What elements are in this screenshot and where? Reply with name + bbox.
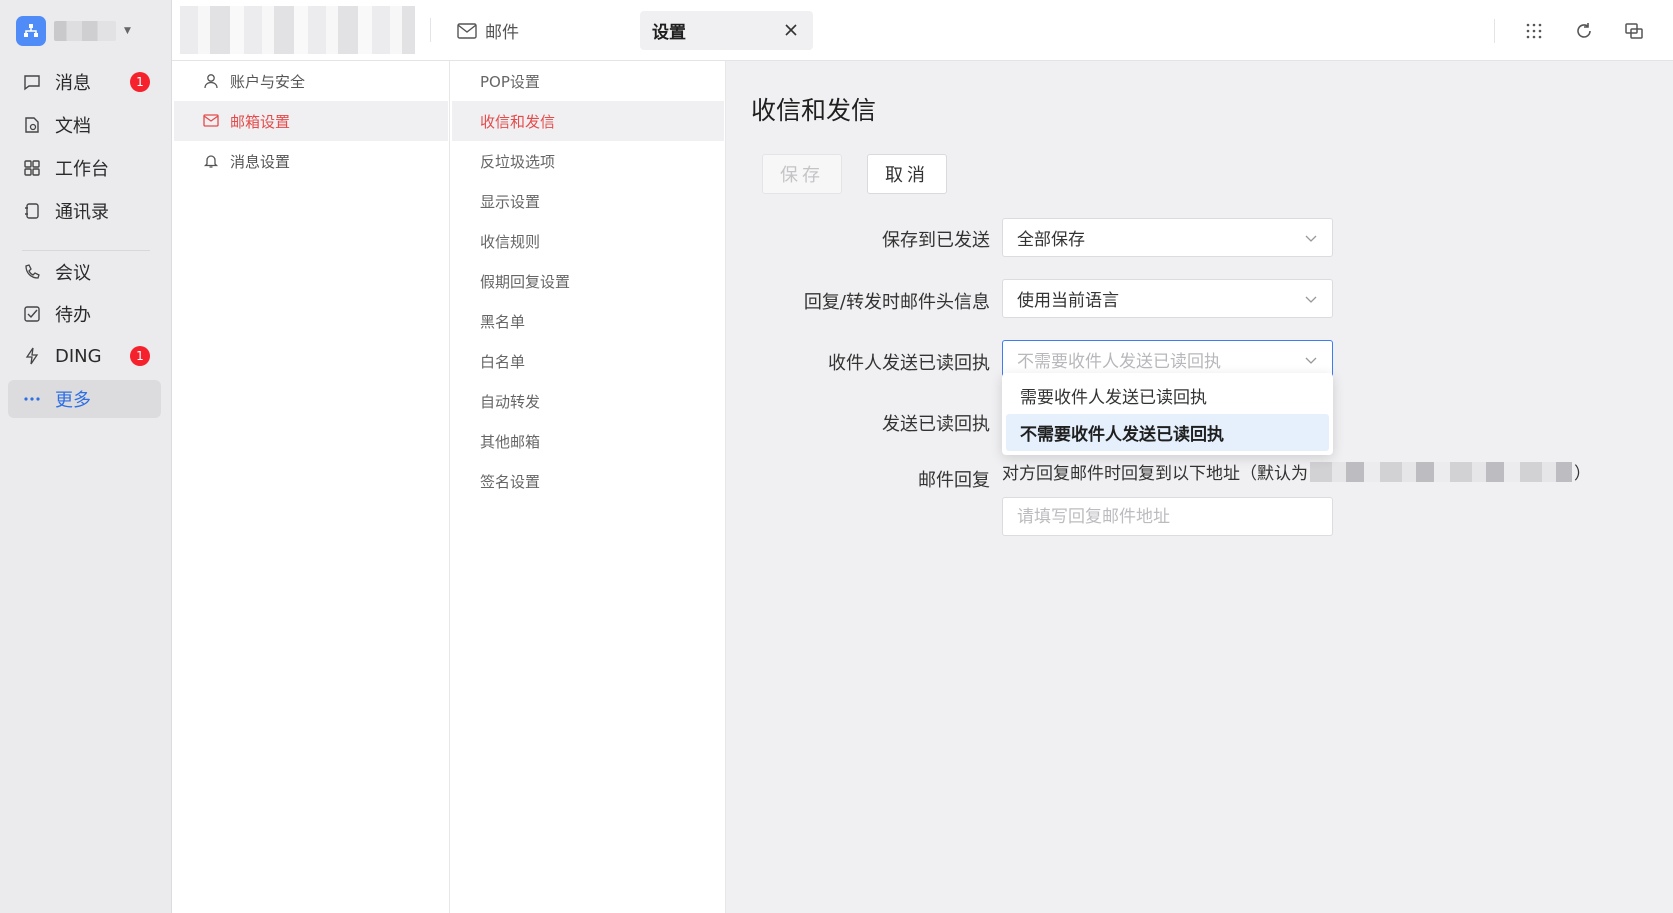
save-to-sent-select[interactable]: 全部保存 xyxy=(1002,218,1333,257)
settings-nav: 账户与安全 邮箱设置 消息设置 xyxy=(172,61,450,913)
nav-item-label: 消息设置 xyxy=(230,152,291,171)
chevron-down-icon xyxy=(1305,357,1317,364)
receipt-dropdown-menu: 需要收件人发送已读回执 不需要收件人发送已读回执 xyxy=(1002,373,1333,455)
meeting-icon xyxy=(22,262,42,282)
nav-item-account-security[interactable]: 账户与安全 xyxy=(174,61,448,101)
message-icon xyxy=(22,72,42,92)
nav-item-label: 邮箱设置 xyxy=(230,112,291,131)
redacted-tab[interactable] xyxy=(180,6,415,54)
select-value: 不需要收件人发送已读回执 xyxy=(1017,352,1221,372)
tab-label: 设置 xyxy=(652,23,686,43)
rail-item-messages[interactable]: 消息 1 xyxy=(8,63,161,101)
nav-item-display[interactable]: 显示设置 xyxy=(452,181,724,221)
nav-item-blacklist[interactable]: 黑名单 xyxy=(452,301,724,341)
top-toolbar xyxy=(1494,0,1673,61)
more-icon xyxy=(22,389,42,409)
rail-item-label: 通讯录 xyxy=(55,202,109,223)
window-switch-icon[interactable] xyxy=(1609,11,1659,51)
refresh-icon[interactable] xyxy=(1559,11,1609,51)
tab-settings[interactable]: 设置 xyxy=(640,11,813,50)
todo-icon xyxy=(22,304,42,324)
mail-settings-icon xyxy=(202,112,220,130)
nav-item-send-receive[interactable]: 收信和发信 xyxy=(452,101,724,141)
org-logo-icon xyxy=(16,16,46,46)
rail-item-label: 更多 xyxy=(55,390,91,411)
reply-header-select[interactable]: 使用当前语言 xyxy=(1002,279,1333,318)
left-rail: ▼ 消息 1 文档 工作台 通讯录 会议 待办 DING 1 更多 xyxy=(0,0,172,913)
rail-item-label: 待办 xyxy=(55,305,91,326)
select-value: 使用当前语言 xyxy=(1017,291,1119,311)
hint-text: ） xyxy=(1574,464,1591,484)
ding-icon xyxy=(22,346,42,366)
close-icon[interactable] xyxy=(781,20,801,40)
redacted-email xyxy=(1310,461,1572,482)
rail-item-label: 工作台 xyxy=(55,159,109,180)
nav-item-mailbox-settings[interactable]: 邮箱设置 xyxy=(174,101,448,141)
user-icon xyxy=(202,72,220,90)
org-name-redacted xyxy=(54,21,116,41)
tab-divider xyxy=(430,18,431,42)
workbench-icon xyxy=(22,158,42,178)
nav-item-other-mailbox[interactable]: 其他邮箱 xyxy=(452,421,724,461)
caret-down-icon: ▼ xyxy=(124,26,131,36)
rail-item-label: 消息 xyxy=(55,73,91,94)
tab-mail[interactable]: 邮件 xyxy=(457,18,519,43)
save-button[interactable]: 保存 xyxy=(762,154,842,194)
nav-item-whitelist[interactable]: 白名单 xyxy=(452,341,724,381)
cancel-button[interactable]: 取消 xyxy=(867,154,947,194)
select-value: 全部保存 xyxy=(1017,230,1085,250)
nav-item-signature[interactable]: 签名设置 xyxy=(452,461,724,501)
dropdown-option-selected[interactable]: 不需要收件人发送已读回执 xyxy=(1006,414,1329,451)
document-icon xyxy=(22,115,42,135)
apps-grid-icon[interactable] xyxy=(1509,11,1559,51)
reply-to-input[interactable] xyxy=(1002,497,1333,536)
contacts-icon xyxy=(22,201,42,221)
field-label: 发送已读回执 xyxy=(882,414,990,435)
nav-item-receive-rules[interactable]: 收信规则 xyxy=(452,221,724,261)
rail-item-workbench[interactable]: 工作台 xyxy=(8,149,161,187)
tab-label: 邮件 xyxy=(485,23,519,43)
nav-item-pop[interactable]: POP设置 xyxy=(452,61,724,101)
rail-item-todo[interactable]: 待办 xyxy=(8,295,161,333)
nav-item-label: 账户与安全 xyxy=(230,72,306,91)
hint-text: 对方回复邮件时回复到以下地址（默认为 xyxy=(1002,464,1308,484)
unread-badge: 1 xyxy=(130,72,150,92)
field-label: 回复/转发时邮件头信息 xyxy=(803,292,990,313)
rail-divider xyxy=(22,250,150,251)
rail-item-more[interactable]: 更多 xyxy=(8,380,161,418)
page-title: 收信和发信 xyxy=(751,96,877,125)
field-label: 收件人发送已读回执 xyxy=(828,353,990,374)
rail-item-docs[interactable]: 文档 xyxy=(8,106,161,144)
nav-item-auto-forward[interactable]: 自动转发 xyxy=(452,381,724,421)
rail-item-label: 文档 xyxy=(55,116,91,137)
bell-icon xyxy=(202,152,220,170)
field-label: 保存到已发送 xyxy=(882,230,990,251)
chevron-down-icon xyxy=(1305,296,1317,303)
nav-item-message-settings[interactable]: 消息设置 xyxy=(174,141,448,181)
toolbar-divider xyxy=(1494,18,1495,43)
top-bar: 邮件 设置 xyxy=(172,0,1673,61)
rail-item-label: DING xyxy=(55,345,102,367)
dropdown-option[interactable]: 需要收件人发送已读回执 xyxy=(1006,377,1329,414)
rail-item-label: 会议 xyxy=(55,263,91,284)
nav-item-antispam[interactable]: 反垃圾选项 xyxy=(452,141,724,181)
nav-item-vacation-reply[interactable]: 假期回复设置 xyxy=(452,261,724,301)
unread-badge: 1 xyxy=(130,346,150,366)
reply-to-hint: 对方回复邮件时回复到以下地址（默认为 ） xyxy=(1002,459,1591,484)
settings-content: 收信和发信 保存 取消 保存到已发送 全部保存 回复/转发时邮件头信息 使用当前… xyxy=(727,61,1673,913)
rail-item-meeting[interactable]: 会议 xyxy=(8,253,161,291)
rail-item-contacts[interactable]: 通讯录 xyxy=(8,192,161,230)
field-label: 邮件回复 xyxy=(918,470,990,491)
mail-settings-nav: POP设置 收信和发信 反垃圾选项 显示设置 收信规则 假期回复设置 黑名单 白… xyxy=(450,61,726,913)
mail-icon xyxy=(457,22,477,39)
rail-item-ding[interactable]: DING 1 xyxy=(8,337,161,375)
org-switcher[interactable]: ▼ xyxy=(16,14,131,48)
chevron-down-icon xyxy=(1305,235,1317,242)
